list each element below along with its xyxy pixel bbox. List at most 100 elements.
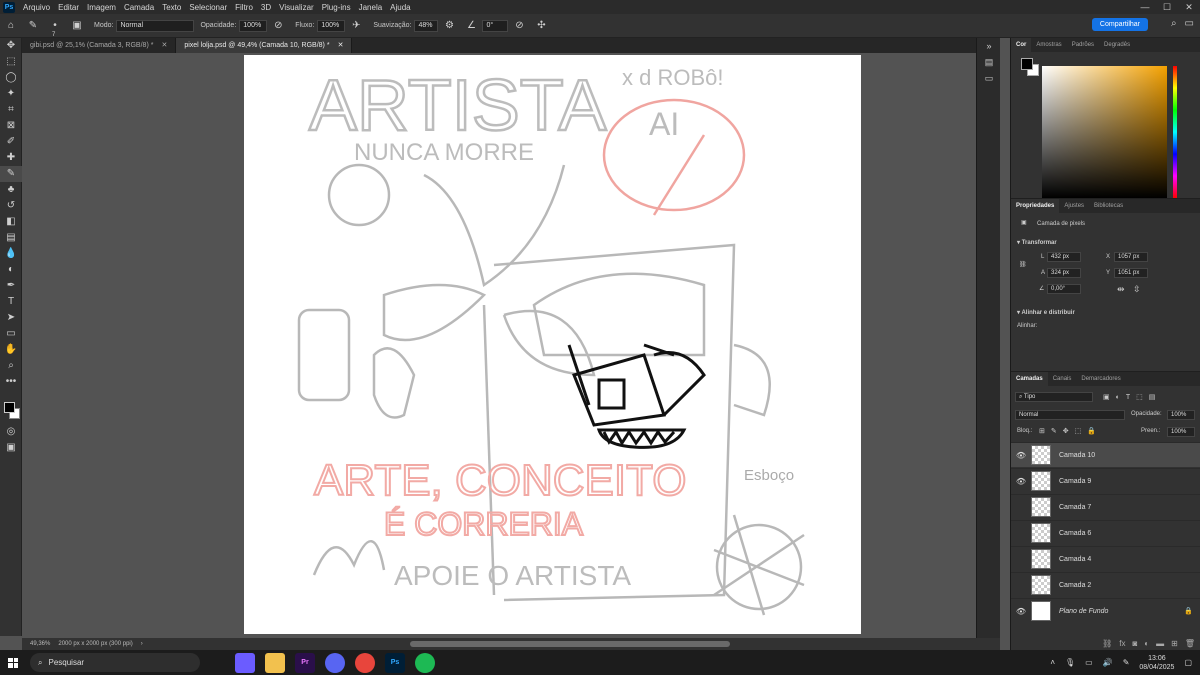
new-group-icon[interactable]: ▬ bbox=[1156, 639, 1164, 648]
zoom-tool-icon[interactable]: ⌕ bbox=[0, 358, 22, 374]
menu-plugins[interactable]: Plug-ins bbox=[318, 3, 355, 12]
blend-mode-select[interactable]: Normal bbox=[1015, 410, 1125, 420]
tab-amostras[interactable]: Amostras bbox=[1031, 38, 1066, 52]
file-explorer-icon[interactable] bbox=[265, 652, 285, 673]
document-canvas[interactable]: ARTISTA x d ROBô! NUNCA MORRE AI ARTE, C… bbox=[244, 55, 861, 634]
blur-tool-icon[interactable]: 💧 bbox=[0, 246, 22, 262]
volume-icon[interactable]: 🔊 bbox=[1103, 658, 1113, 667]
flip-vertical-icon[interactable]: ⇳ bbox=[1133, 284, 1141, 295]
menu-filtro[interactable]: Filtro bbox=[231, 3, 257, 12]
x-field[interactable]: 1057 px bbox=[1114, 252, 1148, 262]
link-layers-icon[interactable]: ⛓ bbox=[1102, 639, 1112, 648]
document-info[interactable]: 2000 px x 2000 px (300 ppi) bbox=[58, 641, 132, 647]
tab-gibi[interactable]: gibi.psd @ 25,1% (Camada 3, RGB/8) * ✕ bbox=[22, 38, 177, 53]
fill-field[interactable]: 100% bbox=[1167, 427, 1195, 437]
expand-panels-icon[interactable]: » bbox=[977, 38, 1001, 54]
layer-opacity-field[interactable]: 100% bbox=[1167, 410, 1195, 420]
premiere-app-icon[interactable]: Pr bbox=[295, 652, 315, 673]
eraser-tool-icon[interactable]: ◧ bbox=[0, 214, 22, 230]
close-tab-icon[interactable]: ✕ bbox=[338, 42, 344, 49]
airbrush-icon[interactable]: ✈ bbox=[349, 19, 363, 33]
angle-field[interactable]: 0,00° bbox=[1047, 284, 1081, 294]
transform-section[interactable]: ▾ Transformar bbox=[1017, 239, 1057, 246]
close-tab-icon[interactable]: ✕ bbox=[161, 42, 167, 49]
smoothing-field[interactable]: 48% bbox=[414, 19, 439, 32]
menu-visualizar[interactable]: Visualizar bbox=[275, 3, 318, 12]
tab-degrades[interactable]: Degradês bbox=[1099, 38, 1135, 52]
frame-tool-icon[interactable]: ⊠ bbox=[0, 118, 22, 134]
delete-layer-icon[interactable]: 🗑 bbox=[1185, 639, 1195, 648]
hand-tool-icon[interactable]: ✋ bbox=[0, 342, 22, 358]
type-tool-icon[interactable]: T bbox=[0, 294, 22, 310]
network-icon[interactable]: ▭ bbox=[1085, 658, 1093, 667]
layer-camada-7[interactable]: Camada 7 bbox=[1011, 494, 1200, 519]
lock-icon[interactable]: 🔒 bbox=[1184, 607, 1193, 615]
opacity-field[interactable]: 100% bbox=[239, 19, 268, 32]
copilot-app-icon[interactable] bbox=[235, 652, 255, 673]
visibility-eye-icon[interactable]: 👁 bbox=[1011, 451, 1031, 460]
screen-mode-icon[interactable]: ▣ bbox=[0, 440, 22, 456]
move-tool-icon[interactable]: ✥ bbox=[0, 38, 22, 54]
layer-filter-icons[interactable]: ▣◐T⬚▤ bbox=[1103, 393, 1161, 401]
pen-tool-icon[interactable]: ✒ bbox=[0, 278, 22, 294]
brush-preset-icon[interactable]: • 7 bbox=[48, 19, 62, 38]
mode-select[interactable]: Normal bbox=[116, 19, 195, 32]
color-swatches[interactable] bbox=[0, 400, 21, 424]
share-button[interactable]: Compartilhar bbox=[1091, 18, 1148, 31]
new-layer-icon[interactable]: ⊞ bbox=[1171, 639, 1178, 648]
minimize-icon[interactable]: — bbox=[1134, 0, 1156, 14]
foreground-swatch[interactable] bbox=[1021, 58, 1033, 70]
tab-camadas[interactable]: Camadas bbox=[1011, 372, 1048, 386]
crop-tool-icon[interactable]: ⌗ bbox=[0, 102, 22, 118]
link-icon[interactable]: ⛓ bbox=[1019, 261, 1027, 268]
spotify-app-icon[interactable] bbox=[415, 652, 435, 673]
history-panel-icon[interactable]: ▤ bbox=[977, 54, 1001, 70]
stamp-tool-icon[interactable]: ♣ bbox=[0, 182, 22, 198]
taskbar-search[interactable]: ⌕ Pesquisar bbox=[30, 653, 200, 672]
menu-3d[interactable]: 3D bbox=[257, 3, 275, 12]
width-field[interactable]: 432 px bbox=[1047, 252, 1081, 262]
menu-camada[interactable]: Camada bbox=[120, 3, 158, 12]
canvas-area[interactable]: ARTISTA x d ROBô! NUNCA MORRE AI ARTE, C… bbox=[22, 53, 1000, 636]
layer-camada-10[interactable]: 👁 Camada 10 bbox=[1011, 442, 1200, 467]
layer-camada-6[interactable]: Camada 6 bbox=[1011, 520, 1200, 545]
photoshop-app-icon[interactable]: Ps bbox=[385, 652, 405, 673]
tab-ajustes[interactable]: Ajustes bbox=[1059, 199, 1089, 213]
tray-overflow-icon[interactable]: ˄ bbox=[1050, 658, 1055, 667]
pressure-opacity-icon[interactable]: ⊘ bbox=[271, 19, 285, 33]
magic-wand-tool-icon[interactable]: ✦ bbox=[0, 86, 22, 102]
layer-camada-2[interactable]: Camada 2 bbox=[1011, 572, 1200, 597]
flow-field[interactable]: 100% bbox=[317, 19, 346, 32]
quick-mask-icon[interactable]: ◎ bbox=[0, 424, 22, 440]
status-arrow-icon[interactable]: › bbox=[141, 641, 143, 647]
lock-icons[interactable]: ⊞✎✥⬚🔒 bbox=[1039, 427, 1102, 435]
add-mask-icon[interactable]: ◙ bbox=[1132, 639, 1137, 648]
hue-slider[interactable] bbox=[1173, 66, 1177, 198]
gradient-tool-icon[interactable]: ▤ bbox=[0, 230, 22, 246]
menu-ajuda[interactable]: Ajuda bbox=[386, 3, 414, 12]
horizontal-scrollbar[interactable] bbox=[410, 641, 730, 647]
lasso-tool-icon[interactable]: ◯ bbox=[0, 70, 22, 86]
chrome-app-icon[interactable] bbox=[355, 652, 375, 673]
layer-plano-de-fundo[interactable]: 👁 Plano de Fundo 🔒 bbox=[1011, 598, 1200, 623]
brush-settings-icon[interactable]: ▣ bbox=[70, 19, 84, 33]
tab-padroes[interactable]: Padrões bbox=[1067, 38, 1099, 52]
tab-canais[interactable]: Canais bbox=[1048, 372, 1077, 386]
smoothing-gear-icon[interactable]: ⚙ bbox=[442, 19, 456, 33]
tab-cor[interactable]: Cor bbox=[1011, 38, 1032, 52]
more-tools-icon[interactable]: ••• bbox=[0, 374, 22, 390]
brush-tool-icon[interactable]: ✎ bbox=[26, 19, 40, 33]
pressure-size-icon[interactable]: ⊘ bbox=[512, 19, 526, 33]
visibility-eye-icon[interactable]: 👁 bbox=[1011, 477, 1031, 486]
tab-demarcadores[interactable]: Demarcadores bbox=[1076, 372, 1125, 386]
zoom-level[interactable]: 49,36% bbox=[30, 641, 50, 647]
layer-camada-9[interactable]: 👁 Camada 9 bbox=[1011, 468, 1200, 493]
clock[interactable]: 13:06 08/04/2025 bbox=[1139, 654, 1174, 672]
eyedropper-tool-icon[interactable]: ✐ bbox=[0, 134, 22, 150]
tab-pixel-lolja[interactable]: pixel lolja.psd @ 49,4% (Camada 10, RGB/… bbox=[176, 38, 353, 53]
notifications-icon[interactable]: ▢ bbox=[1184, 658, 1192, 667]
microphone-icon[interactable]: 🎙 bbox=[1065, 658, 1075, 667]
menu-imagem[interactable]: Imagem bbox=[83, 3, 120, 12]
menu-selecionar[interactable]: Selecionar bbox=[185, 3, 231, 12]
healing-tool-icon[interactable]: ✚ bbox=[0, 150, 22, 166]
